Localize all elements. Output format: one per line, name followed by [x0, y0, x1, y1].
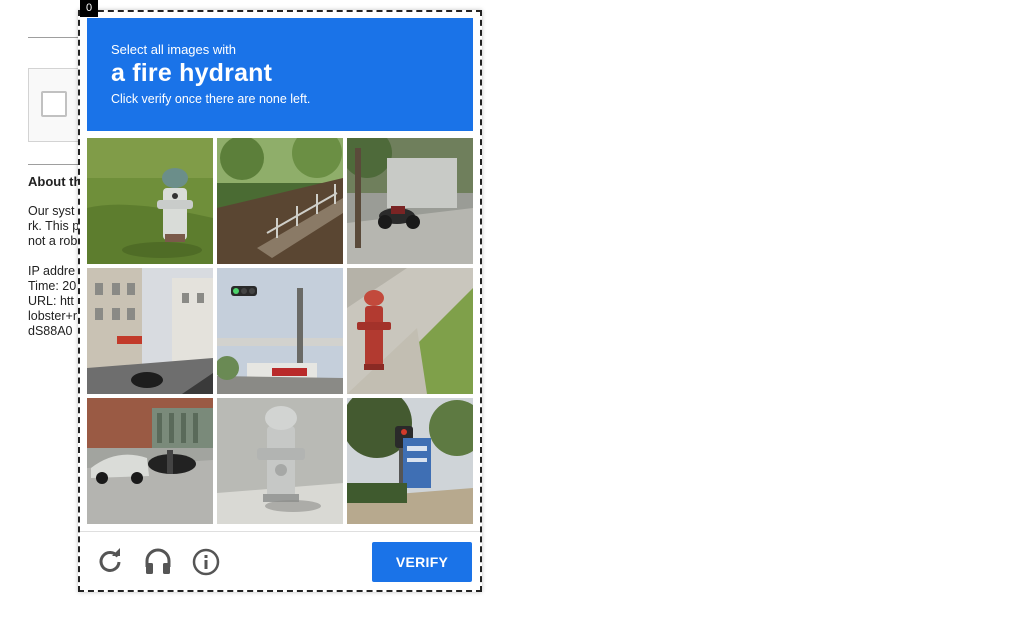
verify-button[interactable]: VERIFY — [372, 542, 472, 582]
section-heading: About th — [28, 174, 82, 189]
image-grid — [87, 138, 473, 524]
info-icon[interactable] — [191, 547, 221, 577]
meta-text-line: dS88A0 — [28, 324, 73, 338]
image-tile[interactable] — [87, 268, 213, 394]
recaptcha-checkbox[interactable] — [41, 91, 67, 117]
meta-text-line: IP addre — [28, 264, 76, 278]
headphones-icon[interactable] — [143, 547, 173, 577]
body-text-line: Our syst — [28, 204, 75, 218]
image-tile[interactable] — [87, 398, 213, 524]
corner-badge: 0 — [80, 0, 98, 17]
body-text-line: rk. This p — [28, 219, 80, 233]
image-tile[interactable] — [87, 138, 213, 264]
prompt-hint: Click verify once there are none left. — [111, 92, 311, 106]
reload-icon[interactable] — [95, 547, 125, 577]
image-tile[interactable] — [347, 398, 473, 524]
divider — [80, 531, 480, 532]
meta-text-line: URL: htt — [28, 294, 74, 308]
image-tile[interactable] — [217, 268, 343, 394]
challenge-prompt: Select all images with a fire hydrant Cl… — [87, 18, 473, 131]
meta-text-line: Time: 20 — [28, 279, 77, 293]
body-text-line: not a rob — [28, 234, 78, 248]
image-tile[interactable] — [347, 268, 473, 394]
prompt-target: a fire hydrant — [111, 59, 273, 87]
meta-text-line: lobster+r — [28, 309, 77, 323]
image-tile[interactable] — [217, 138, 343, 264]
image-tile[interactable] — [217, 398, 343, 524]
image-tile[interactable] — [347, 138, 473, 264]
prompt-lead: Select all images with — [111, 42, 236, 57]
